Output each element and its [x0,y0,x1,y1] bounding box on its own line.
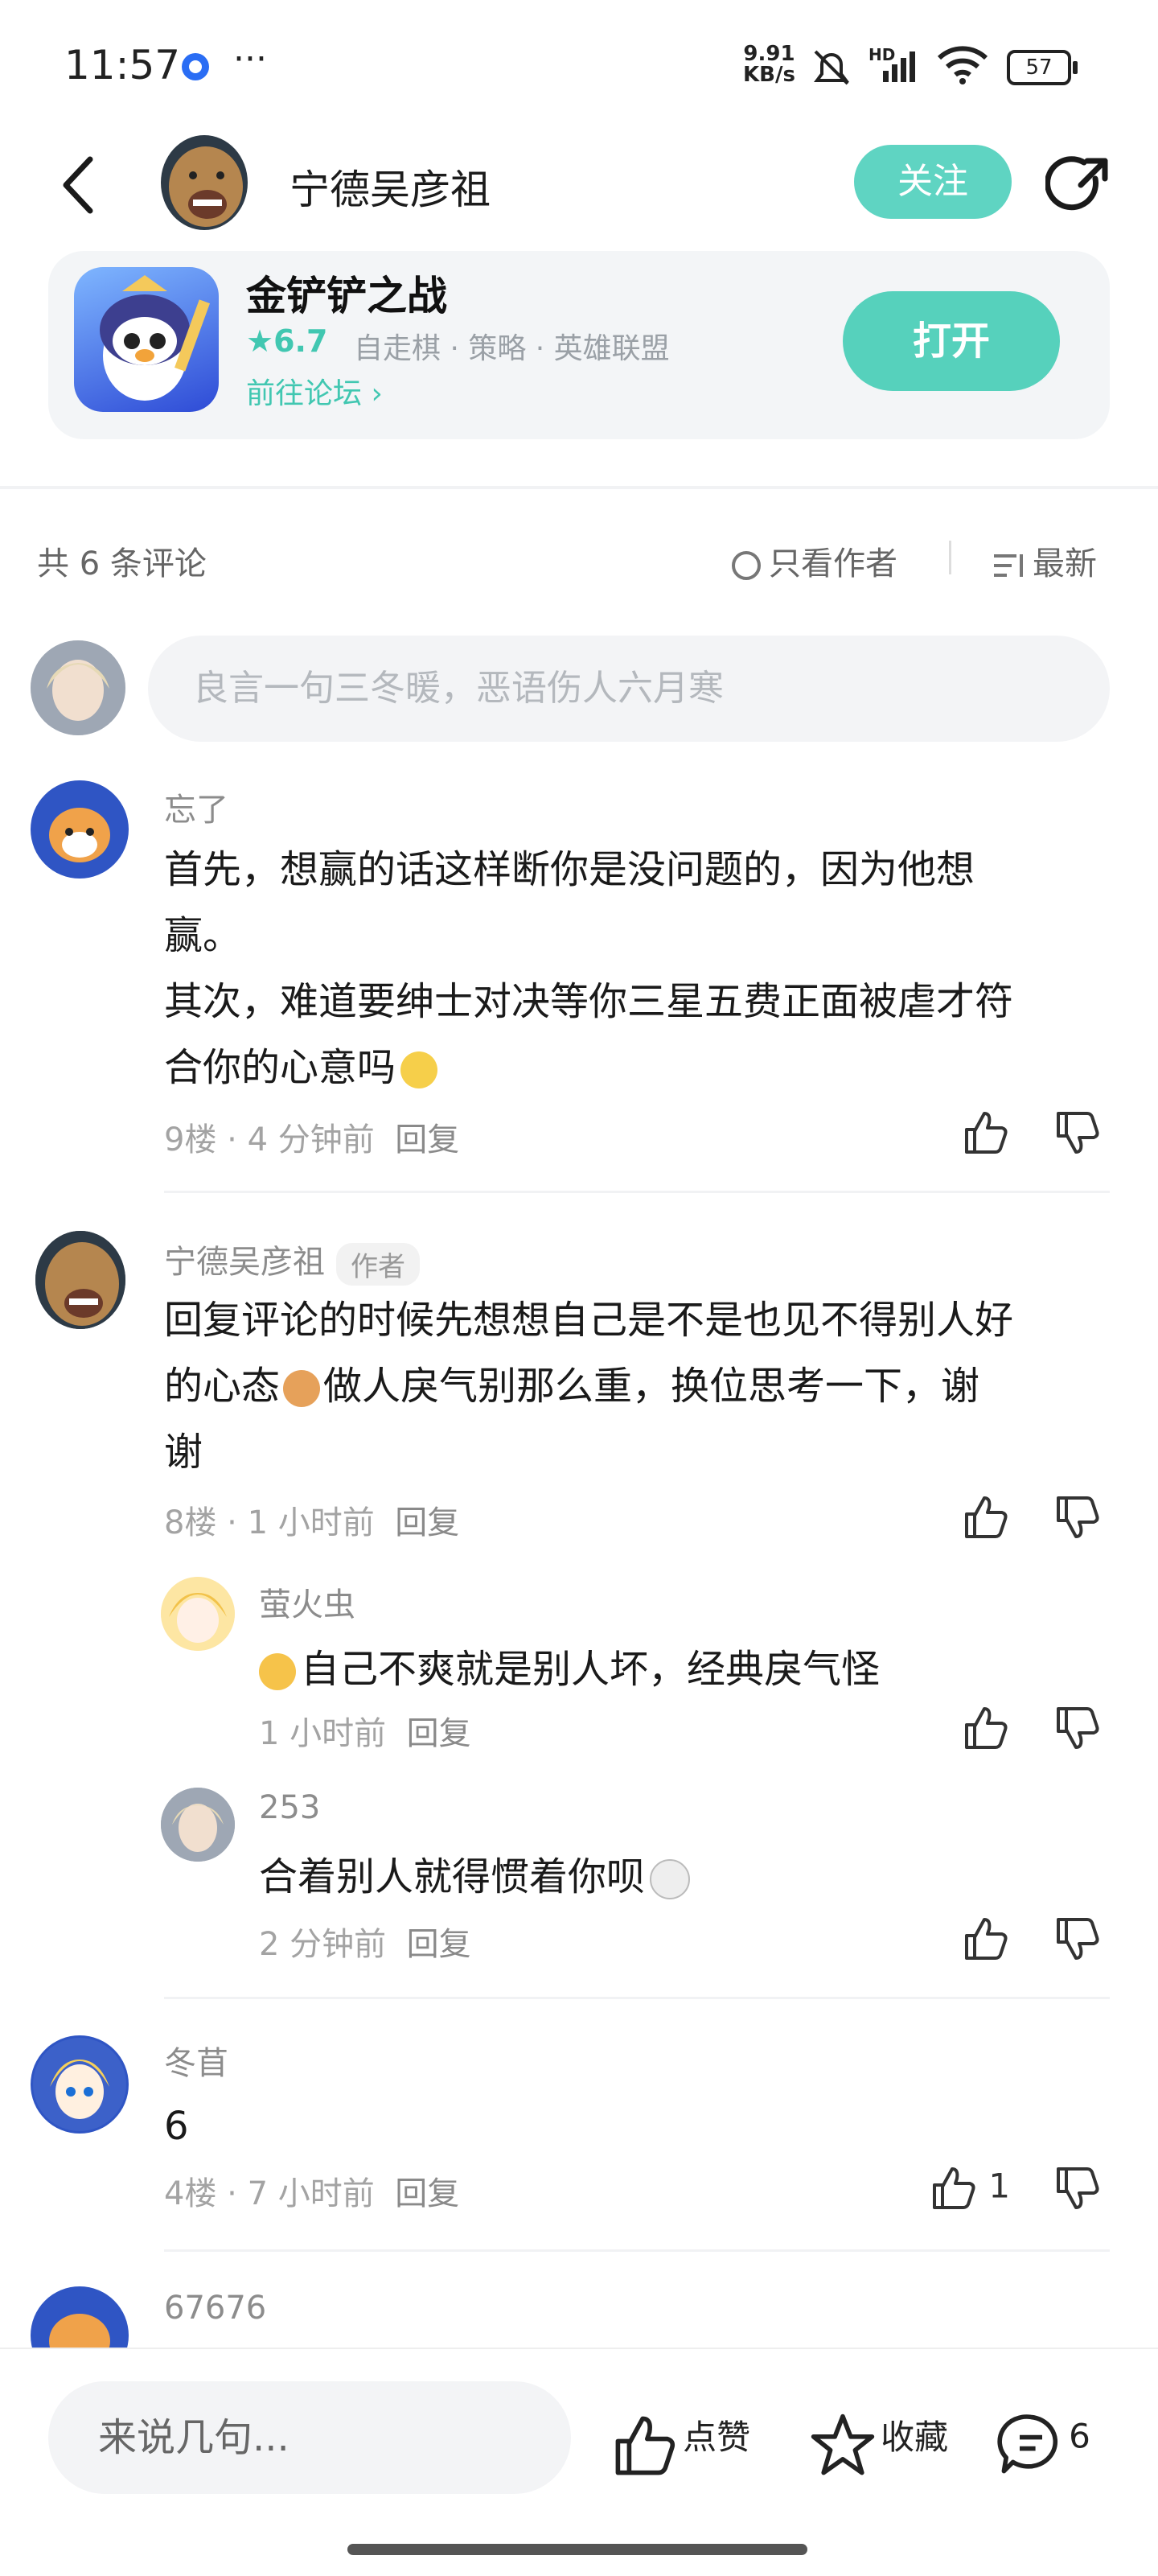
divider [164,1191,1110,1193]
star-outline-icon [811,2413,875,2475]
comment-username[interactable]: 冬苜 [164,2037,228,2084]
thumb-down-icon[interactable] [1053,1493,1102,1541]
battery-indicator: 57 [1007,50,1078,85]
comment-meta: 9楼 · 4 分钟前 回复 [164,1121,460,1158]
thumb-down-icon[interactable] [1053,1915,1102,1963]
app-notification-icon [182,53,209,80]
thumb-up-icon[interactable] [930,2164,978,2212]
reply-text: 合着别人就得惯着你呗 [259,1844,691,1910]
game-icon[interactable] [74,267,219,412]
comment-meta: 8楼 · 1 小时前 回复 [164,1504,460,1541]
emoji-icon [650,1859,691,1899]
divider [164,2249,1110,2252]
more-notifications: ··· [233,39,267,80]
share-icon[interactable] [1045,154,1111,220]
comment-count: 共 6 条评论 [37,545,207,582]
reply-button[interactable]: 回复 [407,1715,471,1752]
reply-username[interactable]: 253 [259,1789,320,1826]
comment-text: 首先，想赢的话这样断你是没问题的，因为他想 赢。 其次，难道要绅士对决等你三星五… [164,847,1014,1090]
favorite-button[interactable]: 收藏 [809,2410,948,2479]
thumb-up-icon[interactable] [962,1704,1010,1752]
status-time: 11:57 [64,42,181,88]
net-speed: 9.91 KB/s [743,42,795,87]
comments-button[interactable]: 6 [997,2410,1090,2478]
comment-text: 6 [164,2104,189,2149]
reply-button[interactable]: 回复 [407,1926,471,1963]
thumb-up-icon[interactable] [962,1493,1010,1541]
author-badge: 作者 [336,1242,420,1286]
author-only-filter[interactable]: 只看作者 [732,537,897,584]
divider [0,486,1158,489]
avatar[interactable] [161,1577,235,1651]
reply-meta: 1 小时前 回复 [259,1715,471,1752]
avatar[interactable] [35,1231,125,1329]
follow-button[interactable]: 关注 [854,145,1012,219]
comment-username[interactable]: 宁德吴彦祖 作者 [164,1236,420,1286]
my-avatar [31,640,125,735]
chevron-right-icon: › [371,377,383,410]
avatar[interactable] [31,780,129,879]
thumb-up-icon[interactable] [962,1109,1010,1157]
emoji-icon [283,1370,321,1407]
emoji-icon [259,1653,296,1690]
open-game-button[interactable]: 打开 [843,291,1060,391]
wifi-icon [937,46,988,84]
signal-icon [883,51,915,82]
back-arrow-icon[interactable] [58,153,98,217]
home-indicator[interactable] [347,2544,807,2555]
thumb-down-icon[interactable] [1053,1109,1102,1157]
avatar[interactable] [161,1788,235,1862]
thumb-down-icon[interactable] [1053,2164,1102,2212]
reply-text: 自己不爽就是别人坏，经典戾气怪 [259,1636,880,1702]
game-name: 金铲铲之战 [246,273,447,319]
reply-meta: 2 分钟前 回复 [259,1926,471,1963]
author-name[interactable]: 宁德吴彦祖 [290,158,491,216]
author-avatar[interactable] [161,135,248,230]
status-bar: 11:57 ··· 9.91 KB/s HD 57 [0,0,1158,129]
reply-username[interactable]: 萤火虫 [259,1578,355,1625]
sort-icon [994,554,1023,577]
divider [164,1997,1110,1999]
reply-button[interactable]: 回复 [395,1121,459,1158]
like-button[interactable]: 1 [930,2164,1010,2212]
thumb-up-icon[interactable] [962,1915,1010,1963]
reply-button[interactable]: 回复 [395,2175,459,2212]
reply-button[interactable]: 回复 [395,1504,459,1541]
mute-vibrate-icon [814,50,849,85]
comment-bubble-icon [997,2414,1058,2474]
radio-icon[interactable] [732,551,761,580]
comment-username[interactable]: 67676 [164,2290,266,2327]
emoji-icon [400,1051,438,1088]
comment-meta: 4楼 · 7 小时前 回复 [164,2175,460,2212]
game-tags: 自走棋 · 策略 · 英雄联盟 [354,332,670,365]
thumb-down-icon[interactable] [1053,1704,1102,1752]
like-count: 1 [988,2166,1011,2206]
like-post-button[interactable]: 点赞 [611,2410,750,2479]
game-rating: ★6.7 [246,323,328,359]
thumb-up-icon [615,2416,676,2475]
divider [949,541,951,574]
favorite-label: 收藏 [881,2418,949,2457]
like-label: 点赞 [683,2418,751,2457]
comment-username[interactable]: 忘了 [164,784,228,830]
comment-text: 回复评论的时候先想想自己是不是也见不得别人好 的心态 做人戾气别那么重，换位思考一… [164,1298,1014,1475]
forum-link[interactable]: 前往论坛 › [246,370,383,412]
star-icon: ★ [246,323,274,359]
sort-latest[interactable]: 最新 [991,537,1097,584]
comment-input[interactable]: 良言一句三冬暖，恶语伤人六月寒 [148,636,1110,742]
avatar[interactable] [31,2035,129,2134]
say-something-input[interactable]: 来说几句... [48,2381,571,2494]
comment-count-label: 6 [1069,2416,1090,2456]
